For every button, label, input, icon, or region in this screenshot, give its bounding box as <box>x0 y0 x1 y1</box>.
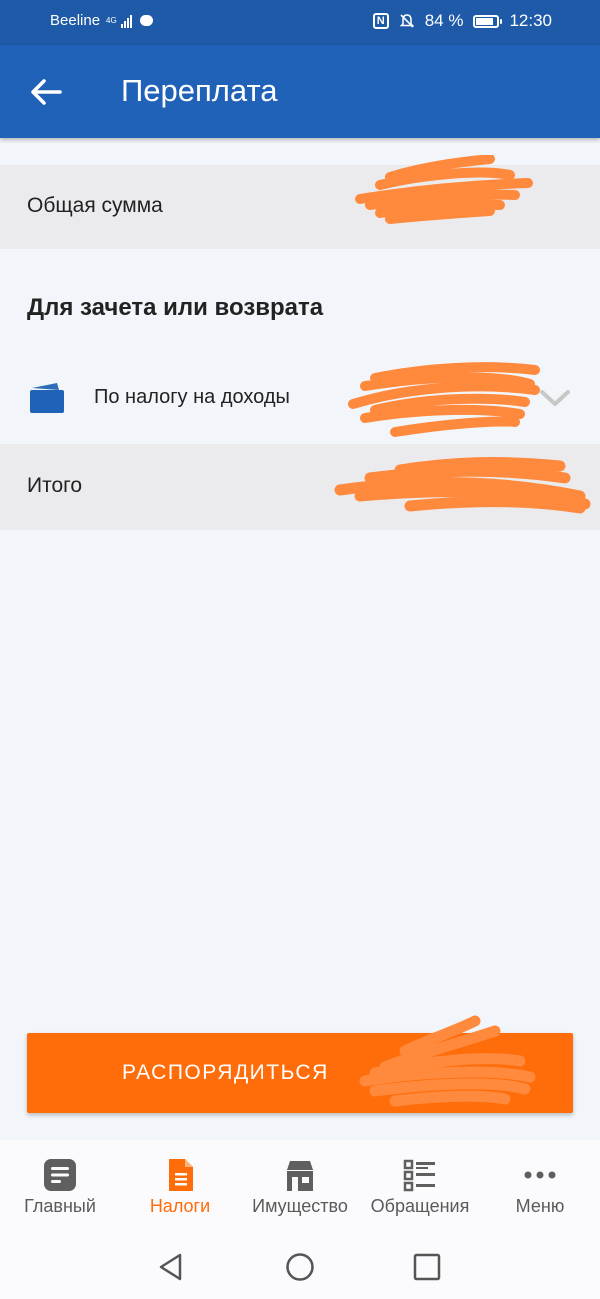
tax-document-icon <box>169 1159 193 1191</box>
app-bar: Переплата <box>0 45 600 138</box>
system-navigation <box>0 1235 600 1299</box>
wallet-icon <box>30 383 64 413</box>
bottom-navigation: Главный Налоги Имущество Обращения Меню <box>0 1140 600 1235</box>
clock: 12:30 <box>509 11 552 30</box>
nav-item-taxes[interactable]: Налоги <box>120 1140 240 1235</box>
nav-label-requests: Обращения <box>370 1196 470 1216</box>
nav-label-taxes: Налоги <box>149 1196 211 1216</box>
redaction-scribble <box>355 155 533 224</box>
nav-item-property[interactable]: Имущество <box>240 1140 360 1235</box>
nav-label-property: Имущество <box>252 1196 348 1216</box>
nav-item-requests[interactable]: Обращения <box>360 1140 480 1235</box>
list-icon <box>403 1159 435 1192</box>
recents-square-icon[interactable] <box>411 1251 443 1283</box>
nav-label-menu: Меню <box>515 1196 565 1216</box>
arrow-left-icon <box>31 79 62 105</box>
bell-muted-icon <box>399 14 415 28</box>
redaction-scribble <box>348 362 540 437</box>
total-label: Общая сумма <box>27 194 163 217</box>
page-title: Переплата <box>121 73 278 108</box>
more-dots-icon <box>524 1171 556 1179</box>
total-row: Общая сумма <box>0 155 600 249</box>
itogo-row: Итого <box>0 444 600 530</box>
chat-notification-icon <box>139 15 153 26</box>
nfc-icon: N <box>372 13 389 29</box>
nav-item-menu[interactable]: Меню <box>480 1140 600 1235</box>
dispose-button[interactable]: РАСПОРЯДИТЬСЯ <box>27 1015 573 1113</box>
battery-icon <box>473 14 503 28</box>
section-title: Для зачета или возврата <box>27 294 324 321</box>
nav-item-home[interactable]: Главный <box>0 1140 120 1235</box>
redaction-scribble <box>359 1015 536 1107</box>
carrier-name: Beeline <box>50 12 101 29</box>
income-tax-row[interactable]: По налогу на доходы <box>0 352 600 444</box>
nav-label-home: Главный <box>24 1196 96 1216</box>
itogo-label: Итого <box>27 474 83 497</box>
document-icon <box>44 1159 76 1191</box>
income-tax-label: По налогу на доходы <box>94 386 290 408</box>
network-type: 4G <box>106 15 117 25</box>
battery-percent: 84 % <box>424 11 464 30</box>
status-bar: Beeline 4G N 84 % 12:30 <box>0 0 600 45</box>
status-right: N 84 % 12:30 <box>372 11 552 31</box>
status-left: Beeline 4G <box>50 12 153 29</box>
screen: Beeline 4G N 84 % 12:30 Переплата Общая … <box>0 0 600 1299</box>
dispose-button-label: РАСПОРЯДИТЬСЯ <box>122 1061 329 1084</box>
redaction-scribble <box>334 457 591 514</box>
chevron-down-icon <box>540 390 570 406</box>
back-triangle-icon[interactable] <box>155 1251 187 1283</box>
signal-icon <box>120 14 132 28</box>
home-circle-icon[interactable] <box>284 1251 316 1283</box>
back-button[interactable] <box>22 67 70 115</box>
house-icon <box>287 1161 313 1191</box>
